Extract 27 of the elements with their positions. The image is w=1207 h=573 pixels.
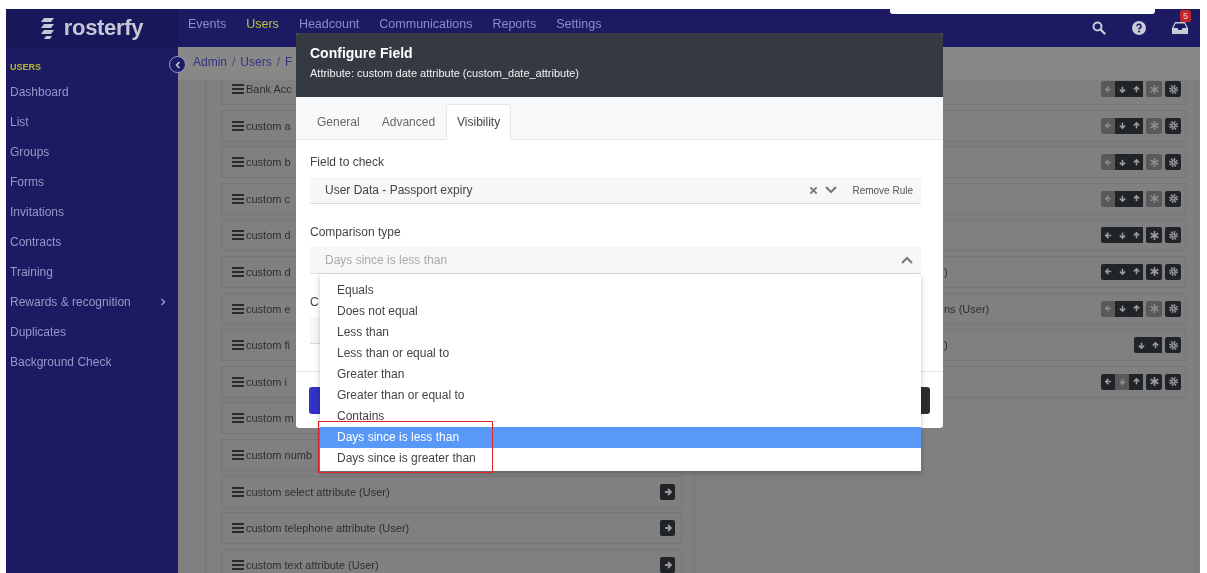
field-label: custom select attribute (User) xyxy=(246,485,390,498)
brand-name: rosterfy xyxy=(63,15,144,41)
field-label: custom numb xyxy=(246,448,313,461)
field-label: C xyxy=(310,295,320,309)
field-label: custom b xyxy=(246,156,291,169)
dialog-title: Configure Field xyxy=(310,45,414,62)
field-label: Bank Acc xyxy=(246,83,292,95)
field-label: custom fi xyxy=(246,339,290,352)
field-label: custom c xyxy=(246,192,290,205)
breadcrumb-separator: / xyxy=(232,55,236,69)
field-label: custom d xyxy=(246,229,291,242)
notification-badge: 5 xyxy=(1180,10,1191,22)
field-label: custom telephone attribute (User) xyxy=(246,522,410,535)
breadcrumb-separator: / xyxy=(276,55,281,69)
field-label: custom i xyxy=(246,375,287,388)
field-label: Comparison type xyxy=(310,225,402,239)
field-label: custom a xyxy=(246,119,291,132)
dialog-subtitle: Attribute: custom date attribute (custom_date_attribute) xyxy=(310,67,581,79)
field-label: custom text attribute (User) xyxy=(246,558,379,571)
sidebar-section-title: USERS xyxy=(10,61,41,73)
field-label: Field to check xyxy=(310,155,386,169)
field-label: ) xyxy=(944,265,948,278)
field-label: custom m xyxy=(246,412,294,425)
field-label: ) xyxy=(944,339,948,352)
field-label: ns (User) xyxy=(944,302,990,315)
field-label: custom e xyxy=(246,302,291,315)
field-label: custom d xyxy=(246,265,291,278)
